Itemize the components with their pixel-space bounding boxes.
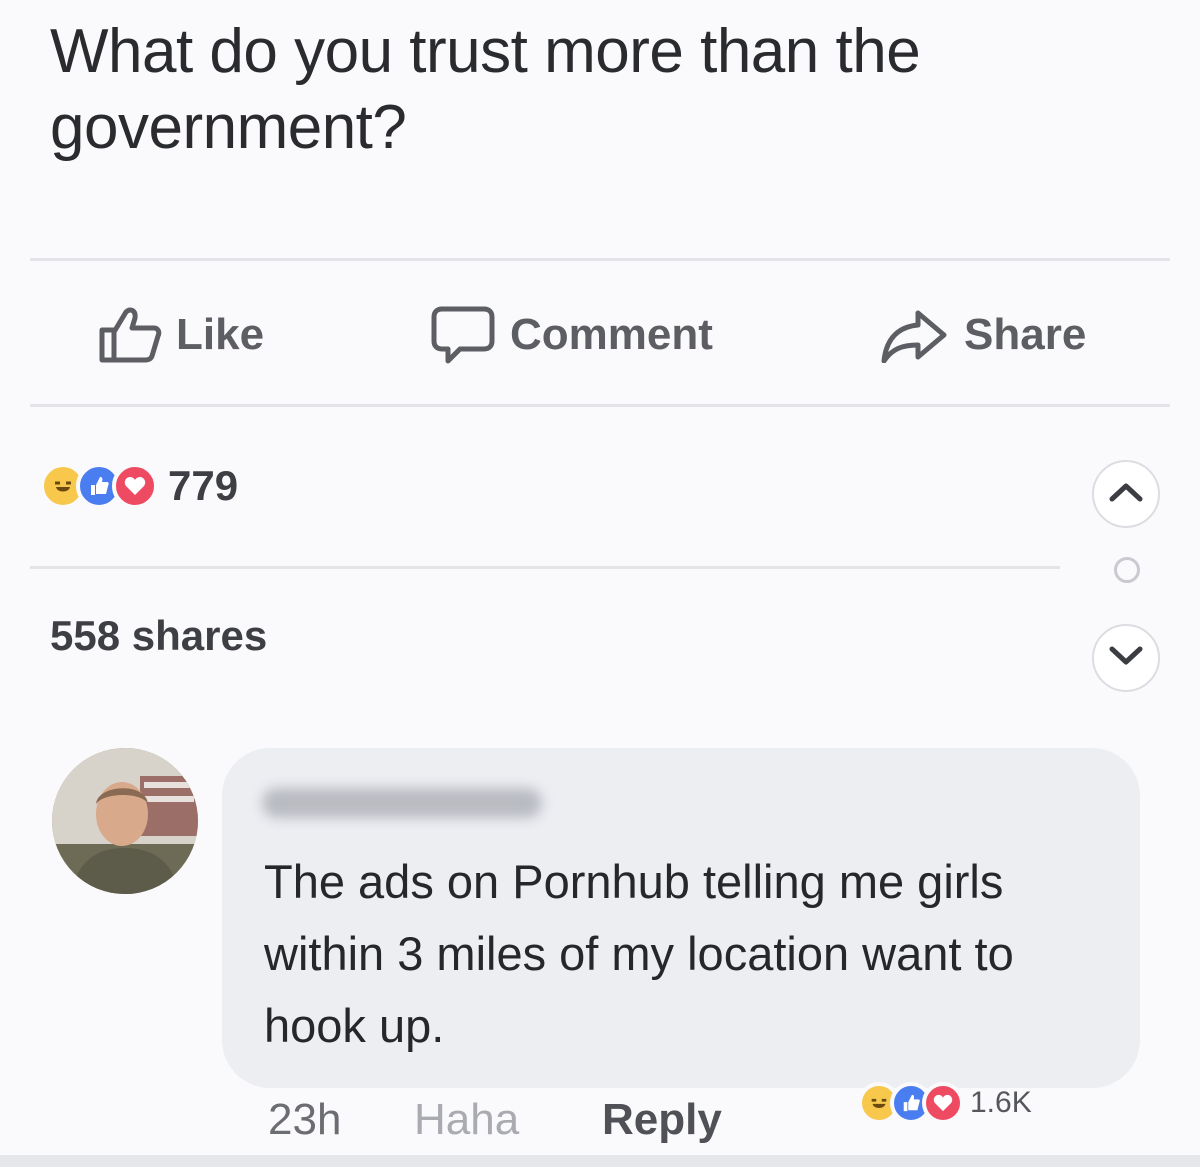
reply-button[interactable]: Reply <box>602 1095 722 1145</box>
comment-button[interactable]: Comment <box>430 300 713 370</box>
divider <box>30 258 1170 261</box>
post-text: What do you trust more than the governme… <box>50 17 921 162</box>
comment-text: The ads on Pornhub telling me girls with… <box>264 855 1014 1052</box>
haha-reaction-button[interactable]: Haha <box>414 1095 519 1145</box>
like-label: Like <box>176 310 265 359</box>
thumbs-up-icon <box>98 306 162 364</box>
comment-reactions-count: 1.6K <box>970 1086 1032 1119</box>
scroll-down-button[interactable] <box>1092 624 1160 692</box>
chevron-down-icon <box>1109 646 1143 671</box>
like-button[interactable]: Like <box>98 300 264 370</box>
avatar[interactable] <box>52 748 198 894</box>
comment-timestamp[interactable]: 23h <box>268 1095 341 1145</box>
shares-count[interactable]: 558 shares <box>50 612 267 660</box>
comment-label: Comment <box>510 310 713 359</box>
scroll-up-button[interactable] <box>1092 460 1160 528</box>
chevron-up-icon <box>1109 482 1143 507</box>
share-label: Share <box>964 310 1087 359</box>
reactions-count: 779 <box>168 462 239 509</box>
love-reaction-icon <box>922 1082 964 1124</box>
divider <box>30 404 1170 407</box>
post-reactions-summary[interactable]: 779 <box>40 462 238 510</box>
comment-reactions-summary[interactable]: 1.6K <box>858 1082 1032 1124</box>
share-button[interactable]: Share <box>880 300 1086 370</box>
divider <box>30 566 1060 569</box>
post-card: What do you trust more than the governme… <box>0 0 1200 1167</box>
love-reaction-icon <box>112 463 158 509</box>
share-arrow-icon <box>880 307 950 363</box>
circle-icon <box>1114 557 1140 583</box>
speech-bubble-icon <box>430 305 496 365</box>
bottom-bar <box>0 1155 1200 1167</box>
commenter-name-blurred[interactable] <box>262 788 542 818</box>
